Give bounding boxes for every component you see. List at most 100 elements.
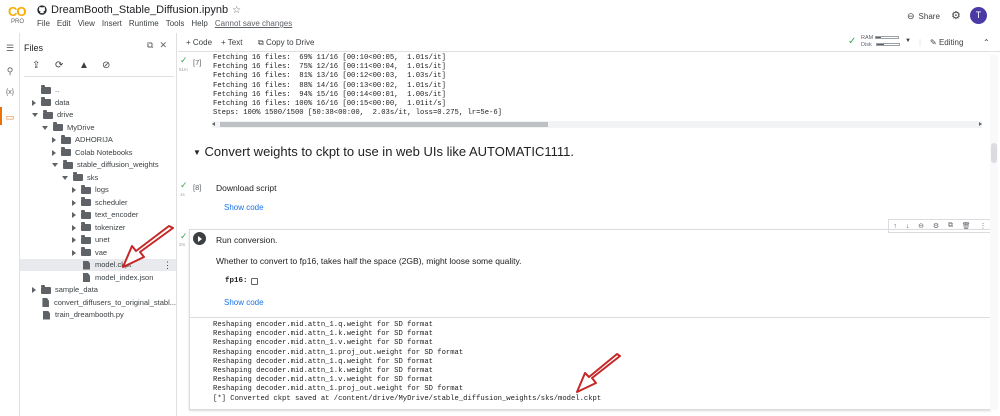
annotation-arrow-saved-path	[576, 353, 621, 393]
tree-item-label: model_index.json	[95, 272, 154, 282]
add-code-button[interactable]: + Code	[186, 38, 212, 47]
chevron-right-icon[interactable]	[52, 137, 56, 143]
tree-folder[interactable]: ..	[20, 84, 176, 96]
refresh-folder-icon[interactable]: ⟳	[55, 60, 63, 71]
active-rail-indicator	[0, 107, 2, 125]
file-icon	[42, 298, 49, 307]
add-text-button[interactable]: + Text	[221, 38, 242, 47]
disk-label: Disk	[861, 42, 872, 48]
scroll-thumb[interactable]	[220, 122, 548, 127]
chevron-down-icon[interactable]	[52, 163, 58, 167]
menu-file[interactable]: File	[37, 19, 50, 28]
chevron-right-icon[interactable]	[32, 99, 36, 106]
tree-folder[interactable]: ADHORIJA	[20, 134, 176, 146]
chevron-right-icon[interactable]	[32, 287, 36, 293]
run-cell-button[interactable]	[193, 232, 206, 245]
menu-view[interactable]: View	[78, 19, 95, 28]
hide-files-icon[interactable]: ⊘	[102, 60, 110, 71]
cell9-show-code-link[interactable]: Show code	[224, 298, 264, 307]
colab-logo[interactable]: CO PRO	[8, 4, 30, 28]
tree-folder[interactable]: stable_diffusion_weights	[20, 159, 176, 171]
unsaved-notice[interactable]: Cannot save changes	[215, 19, 292, 28]
upload-file-icon[interactable]: ⇪	[32, 60, 40, 71]
link-icon: ⊖	[907, 11, 915, 21]
tree-folder[interactable]: sample_data	[20, 284, 176, 296]
tree-folder[interactable]: Colab Notebooks	[20, 147, 176, 159]
fp16-checkbox[interactable]	[251, 278, 258, 285]
chevron-right-icon[interactable]	[72, 187, 76, 193]
folder-icon	[53, 122, 63, 131]
menu-insert[interactable]: Insert	[102, 19, 122, 28]
menu-help[interactable]: Help	[191, 19, 207, 28]
files-folder-icon[interactable]: ▭	[4, 112, 16, 123]
tree-folder[interactable]: scheduler	[20, 197, 176, 209]
tree-file[interactable]: convert_diffusers_to_original_stabl...	[20, 297, 176, 309]
resources-indicator[interactable]: RAM Disk	[861, 35, 900, 49]
chevron-right-icon[interactable]	[52, 149, 56, 156]
tree-folder[interactable]: MyDrive	[20, 122, 176, 134]
pro-badge: PRO	[11, 19, 25, 25]
resources-dropdown-icon[interactable]: ▼	[905, 38, 911, 44]
star-icon[interactable]: ☆	[232, 5, 241, 16]
menu-edit[interactable]: Edit	[57, 19, 71, 28]
settings-gear-icon[interactable]: ⚙	[951, 9, 961, 22]
output-line: Reshaping encoder.mid.attn_1.v.weight fo…	[213, 339, 433, 348]
chevron-down-icon[interactable]	[62, 175, 68, 180]
editing-mode-button[interactable]: ✎ Editing	[930, 38, 963, 47]
tree-file[interactable]: train_dreambooth.py	[20, 309, 176, 321]
tree-folder[interactable]: data	[20, 97, 176, 109]
copy-to-drive-button[interactable]: ⧉ Copy to Drive	[258, 38, 314, 48]
table-of-contents-icon[interactable]: ☰	[4, 43, 16, 54]
close-panel-icon[interactable]: ✕	[159, 40, 167, 51]
top-header: CO PRO DreamBooth_Stable_Diffusion.ipynb…	[0, 0, 1000, 33]
menu-tools[interactable]: Tools	[166, 19, 185, 28]
tree-folder[interactable]: logs	[20, 184, 176, 196]
tree-folder[interactable]: text_encoder	[20, 209, 176, 221]
output-line: Fetching 16 files: 81% 13/16 [00:12<00:0…	[213, 72, 446, 81]
toolbar-separator: |	[919, 38, 922, 47]
scroll-left-icon[interactable]	[212, 122, 215, 126]
chevron-down-icon[interactable]	[42, 125, 48, 130]
folder-icon	[41, 84, 51, 94]
folder-icon	[81, 247, 91, 256]
user-avatar[interactable]: T	[970, 7, 987, 24]
chevron-right-icon[interactable]	[72, 224, 76, 231]
left-rail: ☰ ⚲ {x} ▭	[0, 33, 20, 416]
folder-icon	[81, 184, 91, 194]
section-collapse-icon[interactable]: ▼	[193, 148, 201, 157]
tree-file[interactable]: model_index.json	[20, 272, 176, 284]
tree-folder[interactable]: drive	[20, 109, 176, 121]
notebook-title[interactable]: DreamBooth_Stable_Diffusion.ipynb	[51, 4, 228, 16]
file-icon	[83, 260, 90, 270]
chevron-right-icon[interactable]	[72, 212, 76, 218]
chevron-right-icon[interactable]	[72, 249, 76, 256]
chevron-down-icon[interactable]	[32, 113, 38, 117]
share-button[interactable]: ⊖ Share	[907, 11, 940, 22]
output-line: Reshaping decoder.mid.attn_1.v.weight fo…	[213, 376, 433, 385]
section-heading[interactable]: ▼ Convert weights to ckpt to use in web …	[193, 144, 574, 159]
cell7-output-hscroll[interactable]	[212, 121, 982, 128]
folder-icon	[81, 209, 91, 219]
cell9-title: Run conversion.	[216, 235, 278, 245]
notebook-vertical-scrollbar[interactable]	[990, 55, 998, 410]
cell8-title: Download script	[216, 183, 277, 193]
collapse-header-icon[interactable]: ⌃	[983, 38, 990, 47]
tree-item-label: ..	[55, 85, 60, 94]
search-icon[interactable]: ⚲	[4, 66, 16, 77]
variables-icon[interactable]: {x}	[4, 89, 16, 96]
menu-runtime[interactable]: Runtime	[129, 19, 159, 28]
cell8-show-code-link[interactable]: Show code	[224, 203, 264, 212]
files-divider	[24, 76, 174, 77]
expand-panel-icon[interactable]: ⧉	[147, 40, 153, 51]
scroll-right-icon[interactable]	[979, 122, 982, 126]
fp16-label: fp16:	[225, 277, 248, 285]
ram-bar-fill	[876, 37, 881, 39]
tree-item-label: sks	[87, 172, 99, 182]
chevron-right-icon[interactable]	[72, 199, 76, 206]
tree-item-label: sample_data	[55, 285, 98, 294]
mount-drive-icon[interactable]: ▲	[79, 60, 89, 71]
cell9-description: Whether to convert to fp16, takes half t…	[216, 256, 522, 266]
tree-folder[interactable]: sks	[20, 172, 176, 184]
vscroll-thumb[interactable]	[991, 143, 997, 163]
chevron-right-icon[interactable]	[72, 237, 76, 243]
